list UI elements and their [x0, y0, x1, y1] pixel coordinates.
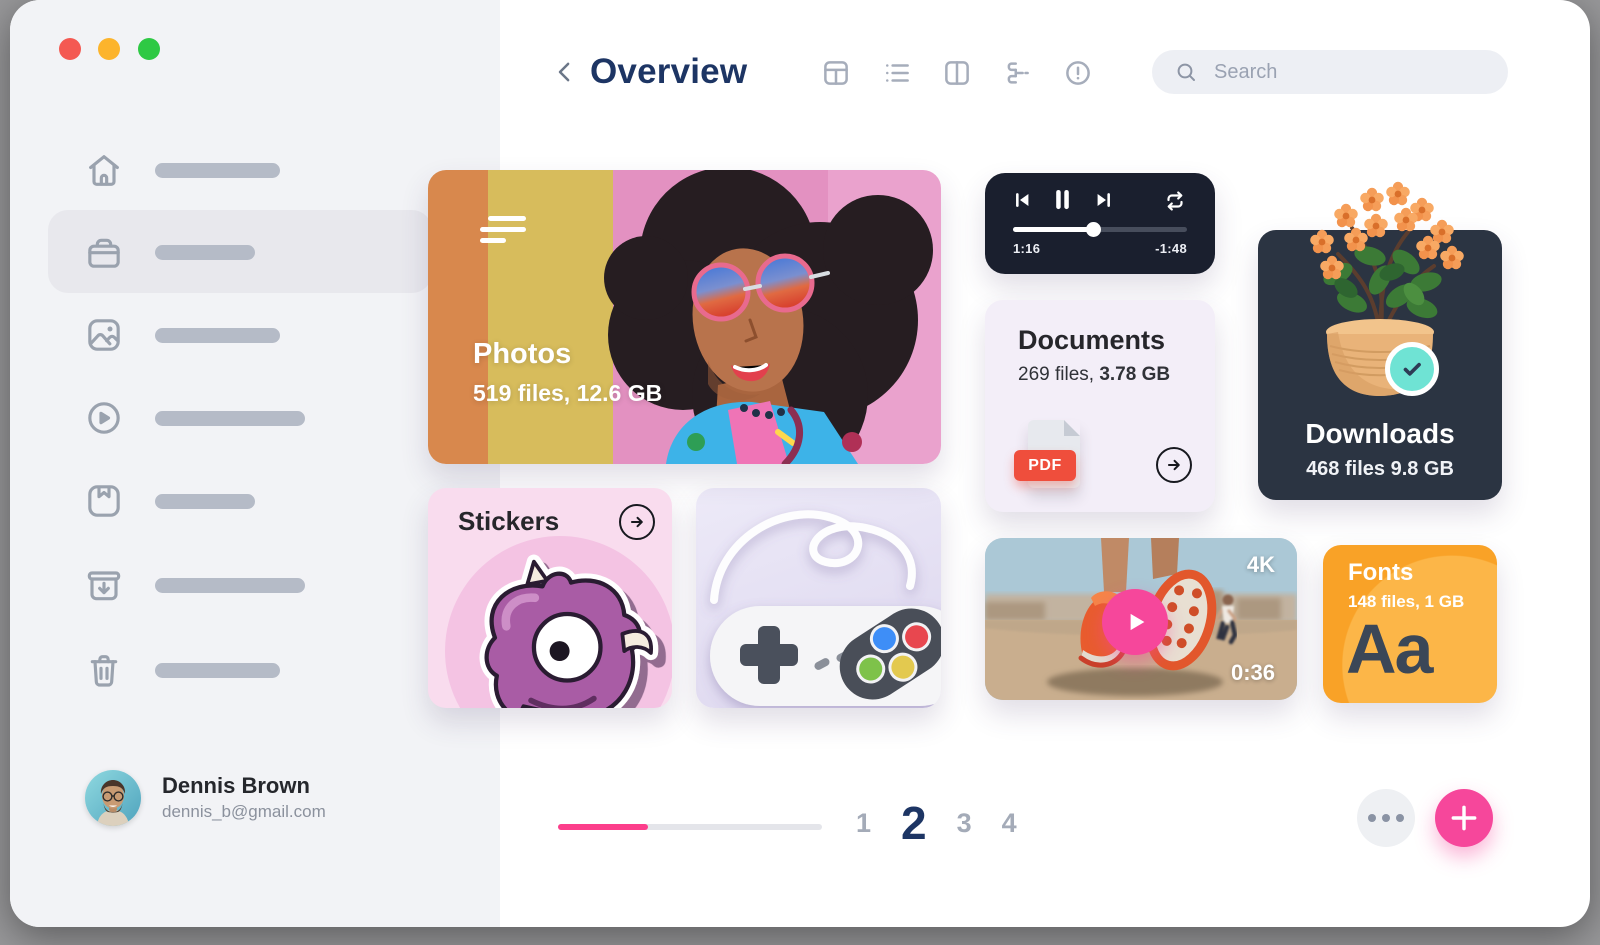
video-quality-badge: 4K	[1247, 552, 1275, 578]
arrow-right-icon	[1163, 454, 1185, 476]
user-name: Dennis Brown	[162, 773, 310, 799]
downloads-title: Downloads	[1258, 418, 1502, 450]
documents-title: Documents	[1018, 325, 1165, 356]
column-view-button[interactable]	[942, 58, 972, 88]
back-button[interactable]	[550, 57, 580, 87]
list-view-icon	[882, 58, 912, 88]
user-email: dennis_b@gmail.com	[162, 802, 326, 822]
bookmark-box-icon	[84, 481, 124, 521]
avatar	[85, 770, 141, 826]
sidebar-item-home[interactable]	[10, 140, 500, 200]
photos-card[interactable]: Photos 519 files, 12.6 GB	[428, 170, 941, 464]
plus-icon	[1448, 802, 1480, 834]
page-4-button[interactable]: 4	[1002, 808, 1017, 839]
documents-card[interactable]: Documents 269 files, 3.78 GB PDF	[985, 300, 1215, 512]
nav-label-placeholder	[155, 411, 305, 426]
photos-meta: 519 files, 12.6 GB	[473, 380, 662, 407]
download-box-icon	[84, 565, 124, 605]
nav-label-placeholder	[155, 663, 280, 678]
photos-title: Photos	[473, 338, 571, 371]
game-controller-image	[696, 488, 941, 708]
sidebar-item-storage[interactable]	[10, 222, 500, 282]
home-icon	[84, 150, 124, 190]
nav-label-placeholder	[155, 494, 255, 509]
remaining-time: -1:48	[1155, 241, 1187, 256]
grid-view-button[interactable]	[821, 58, 851, 88]
arrow-right-icon	[626, 511, 648, 533]
page-title: Overview	[590, 52, 747, 92]
check-icon	[1399, 356, 1425, 382]
play-icon	[1120, 607, 1150, 637]
monster-sticker-image	[436, 546, 668, 708]
alert-circle-icon	[1063, 58, 1093, 88]
sync-complete-badge	[1385, 342, 1439, 396]
list-view-button[interactable]	[882, 58, 912, 88]
user-profile[interactable]: Dennis Brown dennis_b@gmail.com	[85, 770, 465, 830]
stickers-title: Stickers	[458, 506, 559, 537]
pagination: 1 2 3 4	[856, 795, 1017, 851]
nav-label-placeholder	[155, 163, 280, 178]
font-specimen: Aa	[1346, 609, 1431, 689]
open-stickers-button[interactable]	[619, 504, 655, 540]
skip-back-button[interactable]	[1011, 189, 1033, 211]
repeat-button[interactable]	[1163, 189, 1187, 213]
add-button[interactable]	[1435, 789, 1493, 847]
filter-icon[interactable]	[480, 216, 526, 244]
music-player-card: 1:16 -1:48	[985, 173, 1215, 274]
page-3-button[interactable]: 3	[957, 808, 972, 839]
nav-label-placeholder	[155, 328, 280, 343]
nav-label-placeholder	[155, 245, 255, 260]
pages-scroll-progress[interactable]	[558, 824, 822, 830]
app-window: Dennis Brown dennis_b@gmail.com Overview	[10, 0, 1590, 927]
documents-meta: 269 files, 3.78 GB	[1018, 364, 1170, 386]
search-bar[interactable]	[1152, 50, 1508, 94]
open-documents-button[interactable]	[1156, 447, 1192, 483]
merge-view-button[interactable]	[1002, 58, 1032, 88]
column-view-icon	[942, 58, 972, 88]
ellipsis-icon	[1368, 814, 1376, 822]
merge-flow-icon	[1002, 58, 1032, 88]
close-button[interactable]	[59, 38, 81, 60]
video-duration: 0:36	[1231, 660, 1275, 686]
minimize-button[interactable]	[98, 38, 120, 60]
storage-box-icon	[84, 232, 124, 272]
elapsed-time: 1:16	[1013, 241, 1040, 256]
fonts-title: Fonts	[1348, 559, 1413, 587]
downloads-meta: 468 files 9.8 GB	[1258, 458, 1502, 481]
video-card[interactable]: 4K 0:36	[985, 538, 1297, 700]
sidebar-item-photos[interactable]	[10, 305, 500, 365]
pause-button[interactable]	[1049, 186, 1076, 213]
fonts-card[interactable]: Fonts 148 files, 1 GB Aa	[1323, 545, 1497, 703]
search-icon	[1174, 60, 1198, 84]
sidebar-item-media[interactable]	[10, 388, 500, 448]
zoom-button[interactable]	[138, 38, 160, 60]
play-circle-icon	[84, 398, 124, 438]
chevron-left-icon	[550, 57, 580, 87]
more-options-button[interactable]	[1357, 789, 1415, 847]
games-card[interactable]	[696, 488, 941, 708]
alert-button[interactable]	[1063, 58, 1093, 88]
slider-thumb[interactable]	[1086, 222, 1101, 237]
pdf-badge: PDF	[1014, 450, 1076, 481]
trash-icon	[84, 650, 124, 690]
grid-view-icon	[821, 58, 851, 88]
image-icon	[84, 315, 124, 355]
downloads-card[interactable]: Downloads 468 files 9.8 GB	[1258, 230, 1502, 500]
sidebar: Dennis Brown dennis_b@gmail.com	[10, 0, 500, 927]
playback-slider[interactable]	[1013, 227, 1187, 232]
photos-image	[428, 170, 941, 464]
page-2-button[interactable]: 2	[901, 796, 927, 850]
page-1-button[interactable]: 1	[856, 808, 871, 839]
stickers-card[interactable]: Stickers	[428, 488, 672, 708]
sidebar-item-saved[interactable]	[10, 471, 500, 531]
search-input[interactable]	[1212, 60, 1508, 85]
sidebar-item-downloads[interactable]	[10, 555, 500, 615]
skip-forward-button[interactable]	[1093, 189, 1115, 211]
video-play-button[interactable]	[1102, 589, 1168, 655]
sidebar-item-trash[interactable]	[10, 640, 500, 700]
nav-label-placeholder	[155, 578, 305, 593]
